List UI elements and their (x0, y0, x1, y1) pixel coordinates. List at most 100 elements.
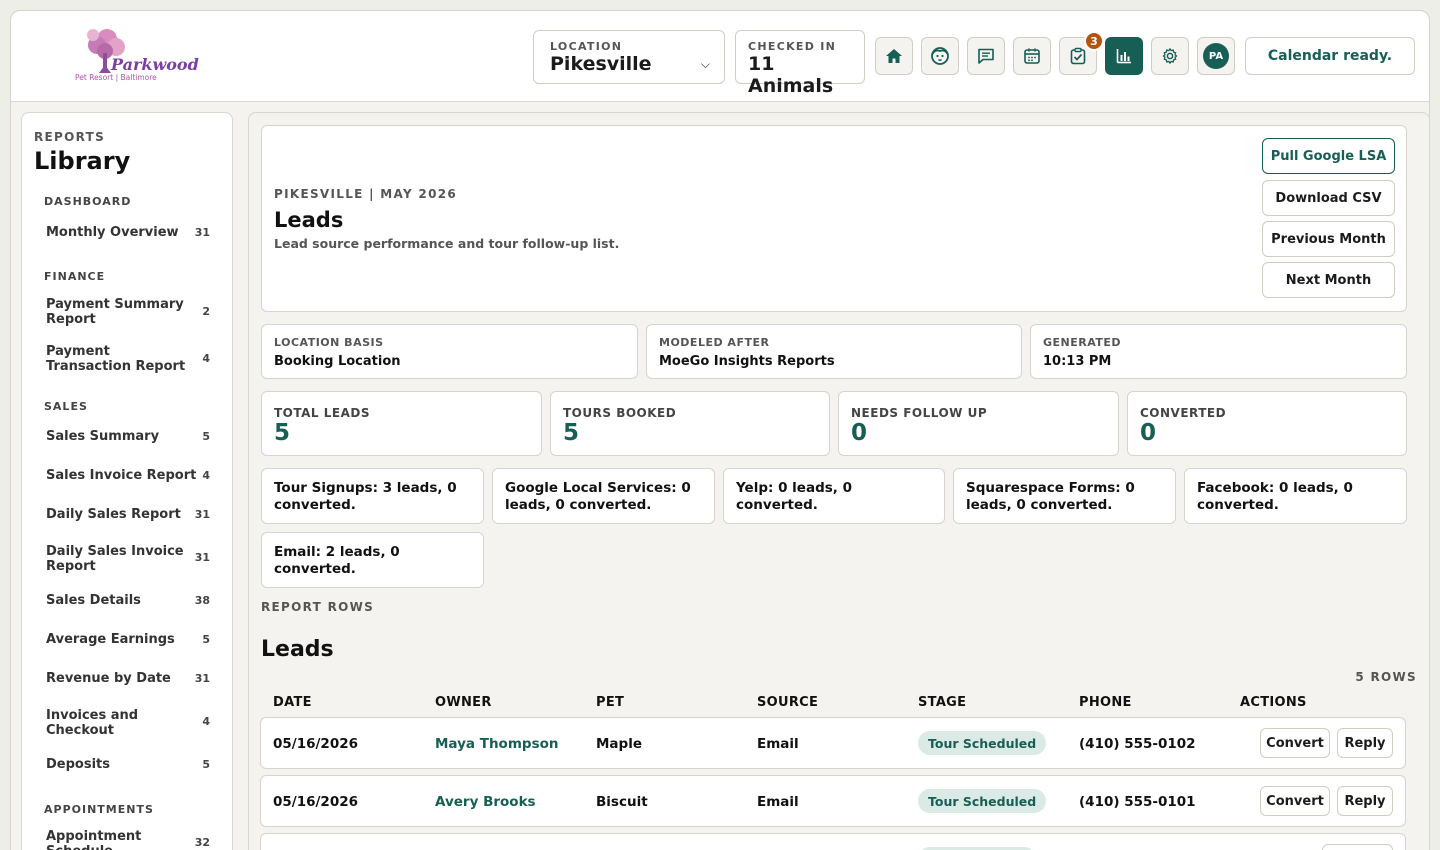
item-count: 31 (194, 551, 210, 564)
chevron-down-icon: ⌵ (700, 57, 710, 71)
stat-label: TOURS BOOKED (563, 406, 677, 420)
next-month-button[interactable]: Next Month (1262, 262, 1395, 298)
stat-converted: CONVERTED 0 (1127, 391, 1407, 456)
sidebar-item-sales-summary[interactable]: Sales Summary (46, 429, 211, 444)
source-card: Email: 2 leads, 0 converted. (261, 532, 484, 588)
cell-owner-link[interactable]: Avery Brooks (435, 794, 536, 810)
convert-button[interactable]: Convert (1260, 728, 1330, 758)
table-title: Leads (261, 637, 334, 662)
report-header-card: PIKESVILLE | MAY 2026 Leads Lead source … (261, 125, 1407, 312)
sidebar-item-sales-invoice[interactable]: Sales Invoice Report (46, 468, 211, 483)
pets-button[interactable] (921, 37, 959, 75)
checked-in-label: CHECKED IN (748, 40, 837, 53)
report-eyebrow: PIKESVILLE | MAY 2026 (274, 187, 458, 201)
section-dashboard: DASHBOARD (44, 195, 132, 208)
stat-value: 5 (563, 420, 580, 446)
settings-button[interactable] (1151, 37, 1189, 75)
section-finance: FINANCE (44, 270, 106, 283)
app-frame: Parkwood Pet Resort | Baltimore LOCATION… (10, 10, 1430, 850)
convert-button[interactable]: Convert (1260, 786, 1330, 816)
sidebar-item-daily-sales[interactable]: Daily Sales Report (46, 507, 211, 522)
col-header-source: SOURCE (757, 695, 819, 710)
stat-total-leads: TOTAL LEADS 5 (261, 391, 542, 456)
col-header-actions: ACTIONS (1240, 695, 1307, 710)
stage-badge: Tour Scheduled (918, 789, 1047, 813)
location-select[interactable]: LOCATION Pikesville ⌵ (533, 30, 725, 84)
location-value: Pikesville (550, 53, 652, 75)
sidebar-item-payment-summary[interactable]: Payment Summary Report (46, 297, 196, 327)
brand-logo[interactable]: Parkwood Pet Resort | Baltimore (69, 25, 199, 87)
stat-label: NEEDS FOLLOW UP (851, 406, 988, 420)
item-count: 4 (202, 715, 210, 728)
sidebar-item-appointment-schedule[interactable]: Appointment Schedule (46, 829, 166, 850)
stat-tours-booked: TOURS BOOKED 5 (550, 391, 830, 456)
meta-value: Booking Location (274, 354, 401, 369)
cell-pet: Maple (596, 736, 642, 752)
item-count: 5 (202, 430, 210, 443)
source-summary: Facebook: 0 leads, 0 converted. (1197, 480, 1353, 513)
sidebar-item-payment-transaction[interactable]: Payment Transaction Report (46, 344, 196, 374)
reply-button[interactable]: Reply (1337, 786, 1393, 816)
page-title: Leads (274, 208, 344, 232)
stage-badge: Tour Scheduled (918, 731, 1047, 755)
home-icon (886, 49, 902, 63)
stat-label: CONVERTED (1140, 406, 1227, 420)
sidebar-item-deposits[interactable]: Deposits (46, 757, 211, 772)
sidebar-item-monthly-overview[interactable]: Monthly Overview (46, 225, 211, 240)
source-summary: Email: 2 leads, 0 converted. (274, 544, 400, 577)
sidebar-item-invoices-checkout[interactable]: Invoices and Checkout (46, 708, 171, 738)
previous-month-button[interactable]: Previous Month (1262, 221, 1395, 257)
table-row (260, 833, 1406, 850)
messages-button[interactable] (967, 37, 1005, 75)
source-summary: Tour Signups: 3 leads, 0 converted. (274, 480, 457, 513)
source-card: Yelp: 0 leads, 0 converted. (723, 468, 945, 524)
sidebar-item-average-earnings[interactable]: Average Earnings (46, 632, 211, 647)
stat-needs-follow-up: NEEDS FOLLOW UP 0 (838, 391, 1119, 456)
col-header-phone: PHONE (1079, 695, 1132, 710)
source-card: Google Local Services: 0 leads, 0 conver… (492, 468, 715, 524)
item-count: 4 (202, 469, 210, 482)
sidebar-item-daily-sales-invoice[interactable]: Daily Sales Invoice Report (46, 544, 191, 574)
source-summary: Yelp: 0 leads, 0 converted. (736, 480, 852, 513)
table-row (260, 717, 1406, 769)
status-message: Calendar ready. (1245, 37, 1415, 75)
meta-generated: GENERATED 10:13 PM (1030, 324, 1407, 379)
item-count: 4 (202, 352, 210, 365)
stat-value: 0 (1140, 420, 1157, 446)
message-icon (978, 48, 994, 64)
report-rows-label: REPORT ROWS (261, 600, 375, 614)
sidebar-item-revenue-by-date[interactable]: Revenue by Date (46, 671, 211, 686)
avatar: PA (1203, 43, 1229, 69)
cell-pet: Biscuit (596, 794, 648, 810)
home-button[interactable] (875, 37, 913, 75)
col-header-stage: STAGE (918, 695, 967, 710)
account-button[interactable]: PA (1197, 37, 1235, 75)
source-summary: Google Local Services: 0 leads, 0 conver… (505, 480, 691, 513)
item-count: 32 (194, 836, 210, 849)
item-count: 31 (194, 508, 210, 521)
cell-owner-link[interactable]: Maya Thompson (435, 736, 558, 752)
stat-value: 0 (851, 420, 868, 446)
item-count: 31 (194, 672, 210, 685)
cell-date: 05/16/2026 (273, 794, 359, 810)
reply-button[interactable]: Reply (1337, 728, 1393, 758)
meta-label: LOCATION BASIS (274, 336, 384, 349)
gear-icon (1162, 48, 1178, 64)
tasks-icon (1070, 47, 1086, 65)
row-action-button[interactable] (1322, 844, 1393, 850)
meta-value: 10:13 PM (1043, 354, 1112, 369)
cell-phone: (410) 555-0102 (1079, 736, 1196, 752)
reports-icon (1116, 49, 1131, 64)
calendar-icon (1024, 48, 1040, 64)
meta-label: MODELED AFTER (659, 336, 770, 349)
location-label: LOCATION (550, 40, 623, 53)
sidebar-item-sales-details[interactable]: Sales Details (46, 593, 211, 608)
calendar-button[interactable] (1013, 37, 1051, 75)
meta-value: MoeGo Insights Reports (659, 354, 835, 369)
source-card: Squarespace Forms: 0 leads, 0 converted. (953, 468, 1176, 524)
stat-label: TOTAL LEADS (274, 406, 370, 420)
checked-in-box[interactable]: CHECKED IN 11 Animals (735, 30, 865, 97)
download-csv-button[interactable]: Download CSV (1262, 180, 1395, 216)
pull-google-lsa-button[interactable]: Pull Google LSA (1262, 138, 1395, 174)
reports-button[interactable] (1105, 37, 1143, 75)
